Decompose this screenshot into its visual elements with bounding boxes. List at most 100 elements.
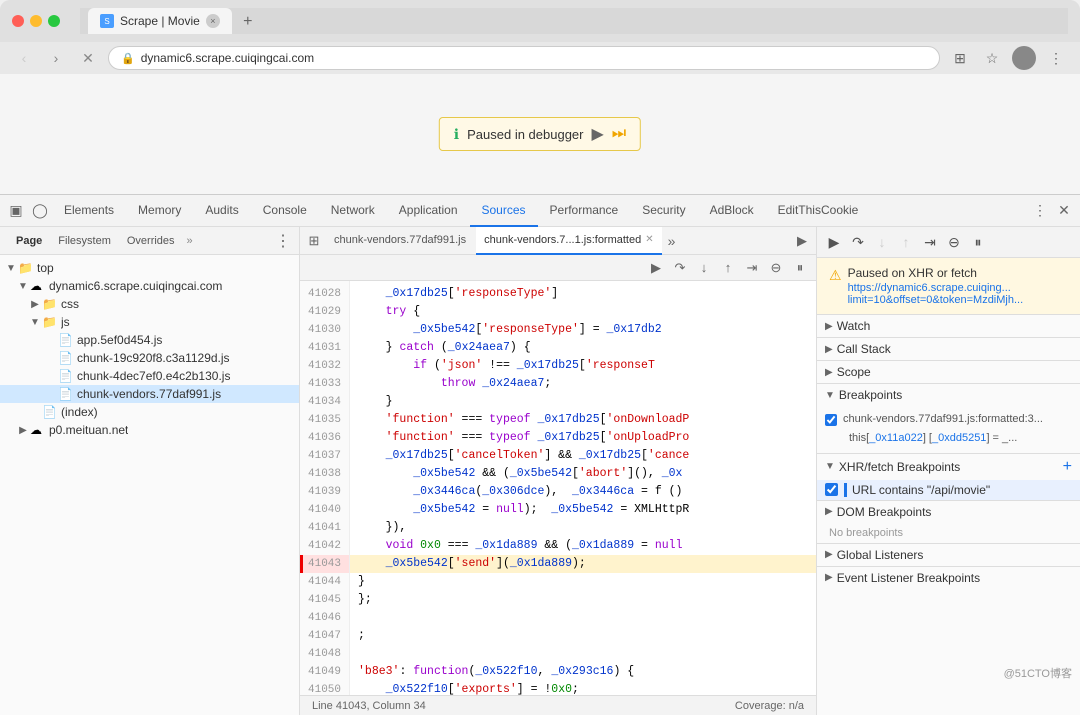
xhr-checkbox[interactable]	[825, 483, 838, 496]
code-line: _0x3446ca(_0x306dce), _0x3446ca = f ()	[350, 483, 816, 501]
code-line: _0x17db25['cancelToken'] && _0x17db25['c…	[350, 447, 816, 465]
devtools-more-tabs[interactable]: ⋮	[1028, 199, 1052, 223]
filetree-menu[interactable]: ⋮	[275, 231, 291, 251]
back-button[interactable]: ‹	[12, 46, 36, 70]
domain-icon: ☁	[30, 279, 46, 293]
code-navigate-btn[interactable]: ▶	[792, 231, 812, 251]
tab-console[interactable]: Console	[251, 195, 319, 227]
deactivate-breakpoints-btn[interactable]: ⊖	[766, 258, 786, 278]
maximize-button[interactable]	[48, 15, 60, 27]
devtools-element-select[interactable]: ▣	[4, 199, 28, 223]
scope-header[interactable]: ▶ Scope	[817, 361, 1080, 383]
tab-close-button[interactable]: ×	[206, 14, 220, 28]
folder-icon: 📁	[42, 297, 58, 311]
tree-item-js[interactable]: ▼ 📁 js	[0, 313, 299, 331]
global-listeners-header[interactable]: ▶ Global Listeners	[817, 544, 1080, 566]
code-line: throw _0x24aea7;	[350, 375, 816, 393]
step-into-btn[interactable]: ↓	[694, 258, 714, 278]
resume-script-btn[interactable]: ▶	[646, 258, 666, 278]
step-out-btn-disabled[interactable]: ↑	[895, 231, 917, 253]
tab-sources[interactable]: Sources	[470, 195, 538, 227]
tree-item-index[interactable]: 📄 (index)	[0, 403, 299, 421]
tab-adblock[interactable]: AdBlock	[698, 195, 766, 227]
step-out-btn[interactable]: ↑	[718, 258, 738, 278]
resume-btn[interactable]: ▶	[823, 231, 845, 253]
tab-editthiscookie[interactable]: EditThisCookie	[766, 195, 871, 227]
bookmark-button[interactable]: ☆	[980, 46, 1004, 70]
url-bar[interactable]: 🔒 dynamic6.scrape.cuiqingcai.com	[108, 46, 940, 70]
code-line: }	[350, 573, 816, 591]
new-tab-button[interactable]: +	[236, 10, 260, 34]
filetree-tab-filesystem[interactable]: Filesystem	[50, 227, 119, 255]
scope-title: Scope	[837, 365, 871, 379]
resume-button[interactable]: ▶	[591, 124, 603, 144]
browser-tab[interactable]: S Scrape | Movie ×	[88, 8, 232, 34]
xhr-add-button[interactable]: +	[1063, 458, 1072, 476]
watch-toggle-icon: ▶	[825, 321, 833, 332]
deactivate-btn[interactable]: ⊖	[943, 231, 965, 253]
code-tab-label-active: chunk-vendors.7...1.js:formatted	[484, 234, 641, 246]
tab-application[interactable]: Application	[387, 195, 470, 227]
tree-item-domain2[interactable]: ▶ ☁ p0.meituan.net	[0, 421, 299, 439]
event-breakpoints-header[interactable]: ▶ Event Listener Breakpoints	[817, 567, 1080, 589]
code-tab-chunkvendors[interactable]: chunk-vendors.77daf991.js	[326, 227, 474, 255]
code-line: 'function' === typeof _0x17db25['onUploa…	[350, 429, 816, 447]
forward-button[interactable]: ›	[44, 46, 68, 70]
minimize-button[interactable]	[30, 15, 42, 27]
menu-button[interactable]: ⋮	[1044, 46, 1068, 70]
code-tab-formatted[interactable]: chunk-vendors.7...1.js:formatted ✕	[476, 227, 662, 255]
close-button[interactable]	[12, 15, 24, 27]
step-over-btn[interactable]: ↷	[847, 231, 869, 253]
tree-item-chunk19[interactable]: 📄 chunk-19c920f8.c3a1129d.js	[0, 349, 299, 367]
tab-performance[interactable]: Performance	[538, 195, 631, 227]
code-tabs-more[interactable]: »	[668, 233, 676, 249]
callstack-header[interactable]: ▶ Call Stack	[817, 338, 1080, 360]
devtools-device-toolbar[interactable]: ◯	[28, 199, 52, 223]
tree-item-domain1[interactable]: ▼ ☁ dynamic6.scrape.cuiqingcai.com	[0, 277, 299, 295]
devtools-close[interactable]: ✕	[1052, 199, 1076, 223]
status-bar: Line 41043, Column 34 Coverage: n/a	[300, 695, 816, 715]
pause-on-exceptions-btn[interactable]: ⏸	[790, 258, 810, 278]
translate-button[interactable]: ⊞	[948, 46, 972, 70]
tree-item-chunk4dec[interactable]: 📄 chunk-4dec7ef0.e4c2b130.js	[0, 367, 299, 385]
filetree-tab-page[interactable]: Page	[8, 227, 50, 255]
tree-item-app-js[interactable]: 📄 app.5ef0d454.js	[0, 331, 299, 349]
code-line: void 0x0 === _0x1da889 && (_0x1da889 = n…	[350, 537, 816, 555]
step-single-btn[interactable]: ⇥	[919, 231, 941, 253]
tree-item-css[interactable]: ▶ 📁 css	[0, 295, 299, 313]
breakpoints-list: chunk-vendors.77daf991.js:formatted:3...…	[817, 406, 1080, 453]
dom-breakpoints-header[interactable]: ▶ DOM Breakpoints	[817, 501, 1080, 523]
tab-memory[interactable]: Memory	[126, 195, 193, 227]
skip-button[interactable]: ⏭	[612, 125, 626, 143]
bp-checkbox-1[interactable]	[825, 414, 837, 426]
tree-item-top[interactable]: ▼ 📁 top	[0, 259, 299, 277]
tab-audits[interactable]: Audits	[193, 195, 250, 227]
coverage-status: Coverage: n/a	[735, 700, 804, 712]
dom-toggle-icon: ▶	[825, 506, 833, 517]
tree-label-index: (index)	[61, 405, 98, 419]
filetree-tab-overrides[interactable]: Overrides	[119, 227, 183, 255]
user-avatar[interactable]	[1012, 46, 1036, 70]
refresh-button[interactable]: ✕	[76, 46, 100, 70]
tab-security[interactable]: Security	[630, 195, 697, 227]
tab-network[interactable]: Network	[319, 195, 387, 227]
right-panel: ▶ ↷ ↓ ↑ ⇥ ⊖ ⏸ ⚠ Paused on XHR or fetch h…	[816, 227, 1080, 715]
xhr-breakpoints-header[interactable]: ▼ XHR/fetch Breakpoints +	[817, 454, 1080, 480]
step-into-btn-disabled[interactable]: ↓	[871, 231, 893, 253]
code-line: 'b8e3': function(_0x522f10, _0x293c16) {	[350, 663, 816, 681]
tab-favicon: S	[100, 14, 114, 28]
code-line: }),	[350, 519, 816, 537]
pause-exceptions-btn[interactable]: ⏸	[967, 231, 989, 253]
tab-elements[interactable]: Elements	[52, 195, 126, 227]
step-btn[interactable]: ⇥	[742, 258, 762, 278]
step-over-btn[interactable]: ↷	[670, 258, 690, 278]
callstack-toggle-icon: ▶	[825, 344, 833, 355]
tree-item-chunkvendors[interactable]: 📄 chunk-vendors.77daf991.js	[0, 385, 299, 403]
code-tab-close[interactable]: ✕	[645, 234, 653, 245]
watch-header[interactable]: ▶ Watch	[817, 315, 1080, 337]
filetree-more-tabs[interactable]: »	[183, 235, 197, 247]
code-toolbar: ▶ ↷ ↓ ↑ ⇥ ⊖ ⏸	[300, 255, 816, 281]
devtools-body: Page Filesystem Overrides » ⋮ ▼ 📁 top ▼ …	[0, 227, 1080, 715]
breakpoints-header[interactable]: ▼ Breakpoints	[817, 384, 1080, 406]
code-area[interactable]: 41028 41029 41030 41031 41032 41033 4103…	[300, 281, 816, 695]
